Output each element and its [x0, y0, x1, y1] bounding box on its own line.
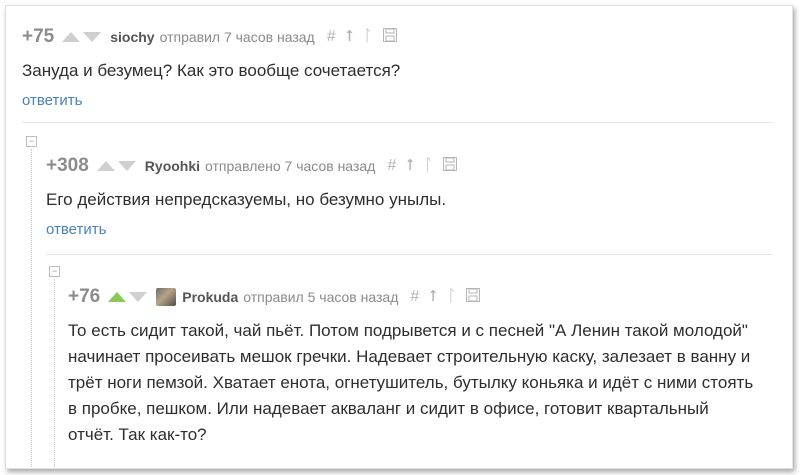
- comment-rating: +76: [68, 286, 101, 307]
- divider: [46, 254, 772, 255]
- comments-panel: +75 siochy отправил 7 часов назад # ⭡ ᛚ …: [5, 5, 793, 469]
- comment-2: +308 Ryoohki отправлено 7 часов назад # …: [46, 155, 776, 238]
- save-icon[interactable]: [466, 288, 481, 306]
- branch-icon[interactable]: ᛚ: [447, 289, 457, 305]
- comment-tools: # ⭡ ᛚ: [387, 157, 458, 175]
- comment-1: +75 siochy отправил 7 часов назад # ⭡ ᛚ …: [22, 26, 772, 109]
- hash-link-icon[interactable]: #: [327, 29, 336, 45]
- save-icon[interactable]: [443, 157, 458, 175]
- comment-author[interactable]: Prokuda: [182, 289, 238, 305]
- upvote-icon[interactable]: [62, 32, 81, 42]
- collapse-toggle-icon[interactable]: −: [49, 266, 60, 277]
- parent-arrow-icon[interactable]: ⭡: [406, 158, 414, 174]
- divider: [22, 122, 772, 123]
- comment-meta: +76 Prokuda отправил 5 часов назад # ⭡ ᛚ: [68, 286, 758, 308]
- comment-text: То есть сидит такой, чай пьёт. Потом под…: [68, 321, 754, 444]
- comment-author[interactable]: siochy: [110, 29, 154, 45]
- parent-arrow-icon[interactable]: ⭡: [429, 289, 437, 305]
- thread-line: [31, 149, 32, 467]
- comment-tools: # ⭡ ᛚ: [410, 288, 481, 306]
- comment-tools: # ⭡ ᛚ: [327, 28, 397, 46]
- comment-timestamp: отправил 5 часов назад: [243, 289, 399, 305]
- downvote-icon[interactable]: [117, 161, 136, 171]
- save-icon[interactable]: [382, 28, 397, 46]
- comment-timestamp: отправлено 7 часов назад: [205, 158, 376, 174]
- collapse-toggle-icon[interactable]: −: [26, 136, 37, 147]
- reply-link[interactable]: ответить: [22, 92, 772, 109]
- thread-line: [54, 279, 55, 468]
- comment-rating: +308: [46, 155, 89, 176]
- comment-timestamp: отправил 7 часов назад: [159, 29, 315, 45]
- parent-arrow-icon[interactable]: ⭡: [346, 29, 354, 45]
- downvote-icon[interactable]: [83, 32, 102, 42]
- branch-icon[interactable]: ᛚ: [363, 29, 373, 45]
- hash-link-icon[interactable]: #: [410, 289, 419, 305]
- comment-rating: +75: [22, 26, 55, 47]
- comment-text: Его действия непредсказуемы, но безумно …: [46, 190, 447, 209]
- hash-link-icon[interactable]: #: [387, 158, 396, 174]
- avatar[interactable]: [156, 288, 177, 306]
- comment-3: +76 Prokuda отправил 5 часов назад # ⭡ ᛚ…: [68, 286, 758, 448]
- downvote-icon[interactable]: [129, 292, 148, 302]
- comment-meta: +308 Ryoohki отправлено 7 часов назад # …: [46, 155, 776, 177]
- comment-text: Зануда и безумец? Как это вообще сочетае…: [22, 61, 401, 80]
- upvote-icon[interactable]: [108, 292, 127, 302]
- reply-link[interactable]: ответить: [46, 221, 776, 238]
- upvote-icon[interactable]: [96, 161, 115, 171]
- branch-icon[interactable]: ᛚ: [424, 158, 434, 174]
- comment-meta: +75 siochy отправил 7 часов назад # ⭡ ᛚ: [22, 26, 772, 48]
- comment-author[interactable]: Ryoohki: [145, 158, 200, 174]
